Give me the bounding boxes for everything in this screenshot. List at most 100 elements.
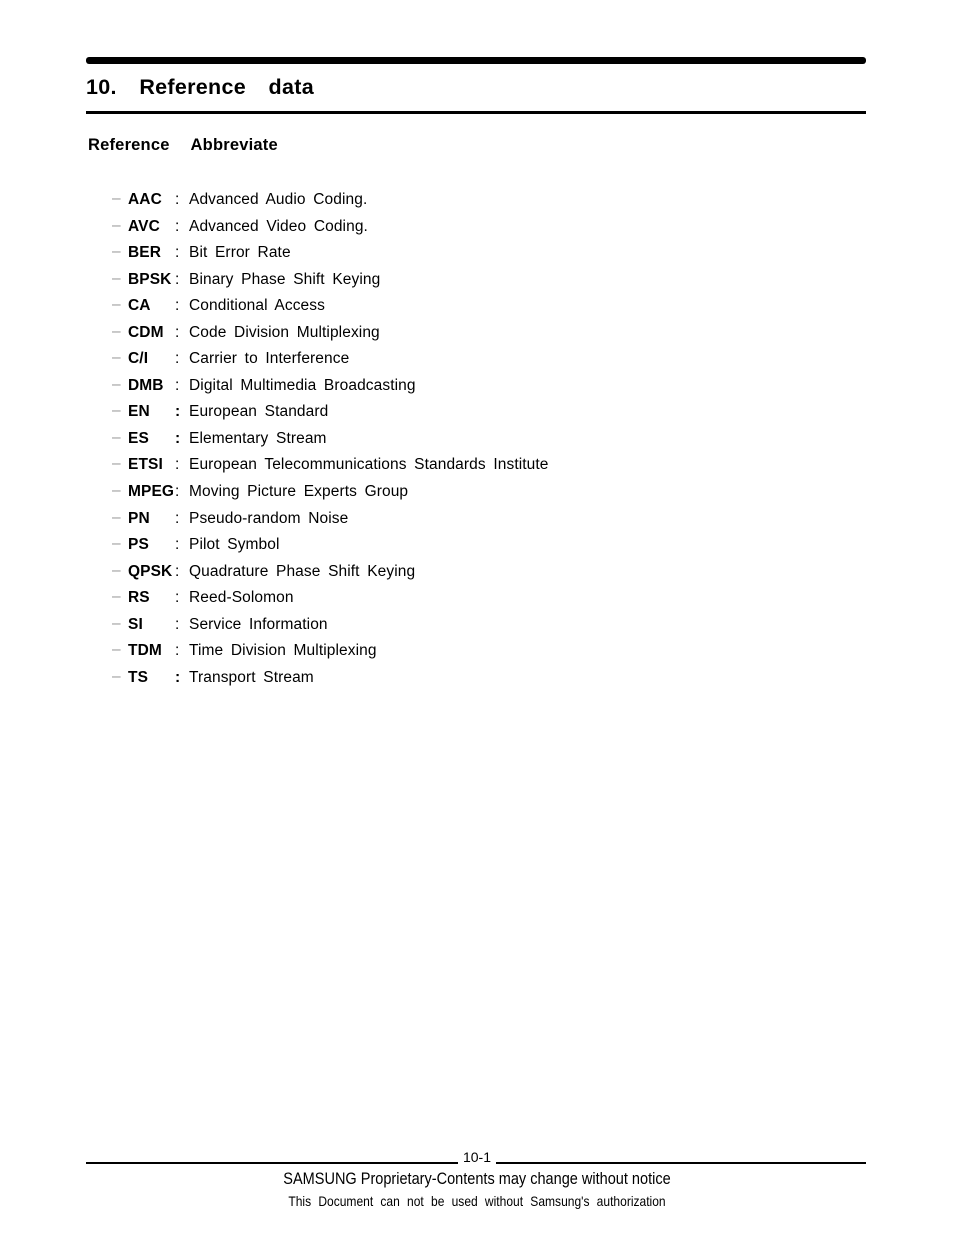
abbreviation-term: SI [128,615,143,633]
dash-bullet-icon: – [112,614,121,632]
abbreviation-definition: Advanced Video Coding. [189,217,368,235]
abbreviation-item: – CA: Conditional Access [112,292,872,319]
page-number-text: 10-1 [457,1149,497,1165]
abbreviation-item: – C/I: Carrier to Interference [112,345,872,372]
page-number: 10-1 [0,1148,954,1166]
abbreviation-separator: : [175,217,180,235]
abbreviation-separator: : [175,429,181,447]
document-page: 10. Reference data Reference Abbreviate … [0,0,954,1235]
dash-bullet-icon: – [112,269,121,287]
dash-bullet-icon: – [112,508,121,526]
dash-bullet-icon: – [112,641,121,659]
footer-authorization-notice: This Document can not be used without Sa… [288,1193,666,1209]
abbreviation-separator: : [175,376,180,394]
abbreviation-definition: Quadrature Phase Shift Keying [189,562,416,580]
abbreviation-term: TDM [128,642,162,660]
abbreviation-definition: Binary Phase Shift Keying [189,270,381,288]
abbreviation-term: AVC [128,217,160,235]
abbreviation-term: DMB [128,376,164,394]
abbreviation-item: – AVC: Advanced Video Coding. [112,213,872,240]
abbreviation-item: – MPEG: Moving Picture Experts Group [112,478,872,505]
abbreviation-item: – TS: Transport Stream [112,664,872,691]
abbreviation-separator: : [175,244,180,262]
abbreviation-definition: Conditional Access [189,297,325,315]
abbreviation-term: BER [128,244,162,262]
abbreviation-separator: : [175,536,180,554]
abbreviation-term: TS [128,668,149,686]
dash-bullet-icon: – [112,190,121,207]
abbreviation-term: RS [128,589,150,607]
abbreviation-term: CDM [128,323,164,341]
footer-proprietary-notice: SAMSUNG Proprietary-Contents may change … [283,1170,671,1188]
abbreviation-separator: : [175,456,180,474]
dash-bullet-icon: – [112,535,121,553]
abbreviation-separator: : [175,270,180,288]
dash-bullet-icon: – [112,482,121,500]
abbreviation-separator: : [175,642,180,660]
abbreviation-item: – DMB: Digital Multimedia Broadcasting [112,372,872,399]
abbreviation-separator: : [175,615,180,633]
abbreviation-definition: Pseudo-random Noise [189,509,349,527]
header-bottom-rule [86,111,866,114]
abbreviation-term: C/I [128,350,149,368]
dash-bullet-icon: – [112,322,121,340]
abbreviation-item: – AAC: Advanced Audio Coding. [112,186,872,213]
abbreviation-definition: Code Division Multiplexing [189,323,380,341]
abbreviation-separator: : [175,323,180,341]
abbreviation-item: – ETSI: European Telecommunications Standa… [112,451,872,478]
dash-bullet-icon: – [112,216,121,234]
abbreviation-term: CA [128,297,151,315]
abbreviation-item: – PN: Pseudo-random Noise [112,505,872,532]
abbreviation-list: – AAC: Advanced Audio Coding. – AVC: Advanced… [112,186,872,690]
abbreviation-definition: European Standard [189,403,329,421]
abbreviation-term: BPSK [128,270,172,288]
abbreviation-item: – BER: Bit Error Rate [112,239,872,266]
abbreviation-definition: Service Information [189,615,328,633]
abbreviation-separator: : [175,509,180,527]
abbreviation-term: EN [128,403,150,421]
dash-bullet-icon: – [112,375,121,393]
dash-bullet-icon: – [112,349,121,367]
abbreviation-definition: Carrier to Interference [189,350,350,368]
abbreviation-item: – EN: European Standard [112,398,872,425]
abbreviation-item: – PS: Pilot Symbol [112,531,872,558]
abbreviation-definition: Digital Multimedia Broadcasting [189,376,416,394]
abbreviation-term: QPSK [128,562,173,580]
abbreviation-item: – CDM: Code Division Multiplexing [112,319,872,346]
dash-bullet-icon: – [112,402,121,420]
abbreviation-definition: Pilot Symbol [189,536,280,554]
abbreviation-item: – RS: Reed-Solomon [112,584,872,611]
header-top-rule [86,57,866,64]
abbreviation-definition: European Telecommunications Standards In… [189,456,549,474]
dash-bullet-icon: – [112,428,121,446]
dash-bullet-icon: – [112,588,121,606]
abbreviation-separator: : [175,562,180,580]
abbreviation-separator: : [175,668,181,686]
abbreviation-term: PS [128,536,149,554]
section-heading: Reference Abbreviate [88,136,278,154]
abbreviation-definition: Moving Picture Experts Group [189,483,409,501]
abbreviation-definition: Elementary Stream [189,429,327,447]
abbreviation-definition: Reed-Solomon [189,589,294,607]
abbreviation-separator: : [175,350,180,368]
abbreviation-term: MPEG [128,483,175,501]
abbreviation-separator: : [175,191,180,208]
dash-bullet-icon: – [112,561,121,579]
dash-bullet-icon: – [112,296,121,314]
chapter-title: 10. Reference data [86,75,314,99]
abbreviation-item: – ES: Elementary Stream [112,425,872,452]
abbreviation-term: PN [128,509,150,527]
abbreviation-item: – QPSK: Quadrature Phase Shift Keying [112,558,872,585]
abbreviation-definition: Bit Error Rate [189,244,291,262]
abbreviation-item: – BPSK: Binary Phase Shift Keying [112,266,872,293]
abbreviation-separator: : [175,297,180,315]
abbreviation-definition: Time Division Multiplexing [189,642,377,660]
dash-bullet-icon: – [112,455,121,473]
abbreviation-term: ETSI [128,456,163,474]
abbreviation-separator: : [175,589,180,607]
dash-bullet-icon: – [112,243,121,261]
abbreviation-definition: Transport Stream [189,668,314,686]
abbreviation-item: – SI: Service Information [112,611,872,638]
abbreviation-separator: : [175,483,180,501]
abbreviation-item: – TDM: Time Division Multiplexing [112,637,872,664]
